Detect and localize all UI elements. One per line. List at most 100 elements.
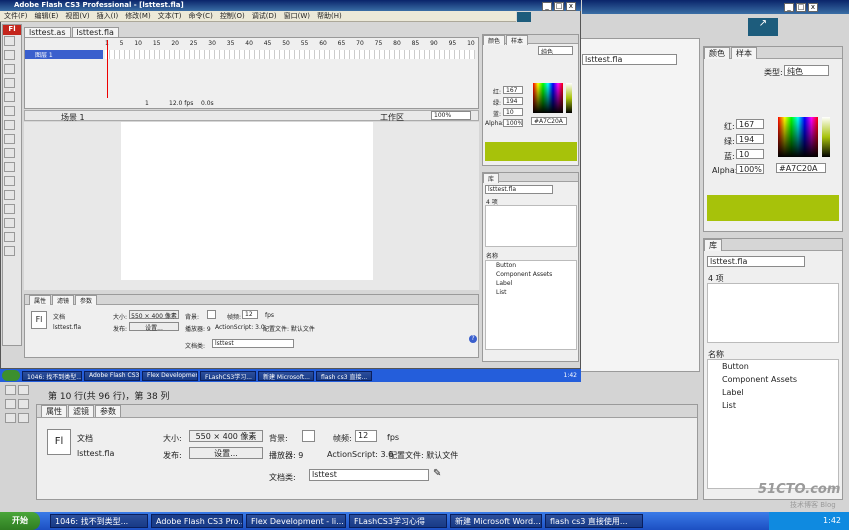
line-tool-icon[interactable]: [4, 120, 15, 130]
fps-input[interactable]: 12: [242, 310, 258, 319]
help-icon[interactable]: ?: [469, 335, 477, 343]
taskbar-item[interactable]: FLashCS3学习心得: [349, 514, 447, 528]
menu-modify[interactable]: 修改(M): [125, 12, 151, 20]
outer-window-controls[interactable]: _ □ x: [782, 2, 818, 12]
lasso-tool-icon[interactable]: [4, 78, 15, 88]
library-file-select[interactable]: lsttest.fla: [485, 185, 553, 194]
tool-icon[interactable]: [18, 413, 29, 423]
tool-icon[interactable]: [5, 385, 16, 395]
tab-parameters[interactable]: 参数: [95, 405, 121, 417]
pen-tool-icon[interactable]: [4, 92, 15, 102]
tab-parameters[interactable]: 参数: [75, 295, 98, 305]
taskbar-item[interactable]: Flex Development...: [142, 370, 198, 381]
alpha-input[interactable]: 100%: [736, 164, 764, 174]
tab-properties[interactable]: 属性: [41, 405, 67, 417]
size-button[interactable]: 550 × 400 像素: [189, 430, 263, 442]
tab-properties[interactable]: 属性: [29, 295, 52, 305]
settings-button[interactable]: 设置...: [189, 447, 263, 459]
green-input[interactable]: 194: [503, 97, 523, 105]
tool-icon[interactable]: [18, 385, 29, 395]
zoom-select[interactable]: 100%: [431, 111, 471, 120]
stage[interactable]: [121, 122, 373, 280]
brightness-slider[interactable]: [822, 117, 830, 157]
alpha-input[interactable]: 100%: [503, 119, 523, 127]
pencil-tool-icon[interactable]: [4, 148, 15, 158]
tab-lsttest-as[interactable]: lsttest.as: [24, 27, 71, 37]
zoom-tool-icon[interactable]: [4, 246, 15, 256]
subselection-tool-icon[interactable]: [4, 50, 15, 60]
brush-tool-icon[interactable]: [4, 162, 15, 172]
blue-input[interactable]: 10: [503, 108, 523, 116]
tool-icon[interactable]: [5, 399, 16, 409]
frame-grid[interactable]: [105, 50, 475, 59]
list-item[interactable]: Label: [708, 386, 838, 399]
menu-commands[interactable]: 命令(C): [188, 12, 212, 20]
close-icon[interactable]: x: [566, 2, 576, 11]
menu-view[interactable]: 视图(V): [65, 12, 89, 20]
hand-tool-icon[interactable]: [4, 232, 15, 242]
tab-library[interactable]: 库: [483, 173, 500, 183]
menu-help[interactable]: 帮助(H): [317, 12, 342, 20]
doc-class-input[interactable]: lsttest: [212, 339, 294, 348]
tab-lsttest-fla[interactable]: lsttest.fla: [71, 27, 119, 37]
size-button[interactable]: 550 × 400 像素: [129, 310, 179, 320]
taskbar-item[interactable]: FLashCS3学习...: [200, 370, 256, 381]
playhead[interactable]: [107, 40, 108, 98]
eyedropper-tool-icon[interactable]: [4, 204, 15, 214]
taskbar-item[interactable]: Adobe Flash CS3 ...: [84, 370, 140, 381]
red-input[interactable]: 167: [503, 86, 523, 94]
bucket-tool-icon[interactable]: [4, 190, 15, 200]
tab-filters[interactable]: 滤镜: [52, 295, 75, 305]
tab-library[interactable]: 库: [704, 239, 722, 251]
taskbar-item[interactable]: flash cs3 直接使用...: [545, 514, 643, 528]
maximize-icon[interactable]: □: [796, 3, 806, 12]
list-item[interactable]: Component Assets: [486, 270, 576, 279]
rectangle-tool-icon[interactable]: [4, 134, 15, 144]
tool-icon[interactable]: [5, 413, 16, 423]
hex-input[interactable]: #A7C20A: [776, 163, 826, 173]
blue-input[interactable]: 10: [736, 149, 764, 159]
menu-file[interactable]: 文件(F): [4, 12, 28, 20]
start-button[interactable]: 开始: [0, 512, 40, 530]
menu-control[interactable]: 控制(O): [220, 12, 245, 20]
eraser-tool-icon[interactable]: [4, 218, 15, 228]
pencil-icon[interactable]: ✎: [433, 468, 441, 479]
list-item[interactable]: List: [486, 288, 576, 297]
menu-edit[interactable]: 编辑(E): [35, 12, 59, 20]
tool-icon[interactable]: [18, 399, 29, 409]
color-type-select[interactable]: 纯色: [538, 46, 573, 55]
color-spectrum[interactable]: [778, 117, 818, 157]
layer-row[interactable]: 图层 1: [25, 50, 103, 59]
green-input[interactable]: 194: [736, 134, 764, 144]
list-item[interactable]: Component Assets: [708, 373, 838, 386]
settings-button[interactable]: 设置...: [129, 322, 179, 332]
red-input[interactable]: 167: [736, 119, 764, 129]
taskbar-item[interactable]: 1046: 找不到类型...: [22, 370, 82, 381]
taskbar-item[interactable]: 新建 Microsoft Word...: [450, 514, 542, 528]
list-item[interactable]: Label: [486, 279, 576, 288]
menu-insert[interactable]: 插入(I): [97, 12, 119, 20]
hex-input[interactable]: #A7C20A: [531, 117, 567, 125]
list-item[interactable]: List: [708, 399, 838, 412]
color-spectrum[interactable]: [533, 83, 563, 113]
text-tool-icon[interactable]: [4, 106, 15, 116]
library-file-select[interactable]: lsttest.fla: [707, 256, 805, 267]
tab-color[interactable]: 颜色: [483, 35, 506, 45]
tab-filters[interactable]: 滤镜: [68, 405, 94, 417]
menu-debug[interactable]: 调试(D): [252, 12, 277, 20]
minimize-icon[interactable]: _: [784, 3, 794, 12]
tab-swatches[interactable]: 样本: [506, 35, 529, 45]
transform-tool-icon[interactable]: [4, 64, 15, 74]
inkbottle-tool-icon[interactable]: [4, 176, 15, 186]
outer-file-select[interactable]: lsttest.fla: [582, 54, 677, 65]
taskbar-item[interactable]: 新建 Microsoft...: [258, 370, 314, 381]
taskbar-item[interactable]: 1046: 找不到类型...: [50, 514, 148, 528]
taskbar-item[interactable]: flash cs3 直接...: [316, 370, 372, 381]
list-item[interactable]: Button: [708, 360, 838, 373]
menu-window[interactable]: 窗口(W): [284, 12, 310, 20]
taskbar-item[interactable]: Adobe Flash CS3 Pro...: [151, 514, 243, 528]
inner-start-button[interactable]: [2, 370, 20, 381]
doc-class-input[interactable]: lsttest: [309, 469, 429, 481]
fps-input[interactable]: 12: [355, 430, 377, 442]
inner-window-controls[interactable]: _ □ x: [540, 1, 576, 11]
